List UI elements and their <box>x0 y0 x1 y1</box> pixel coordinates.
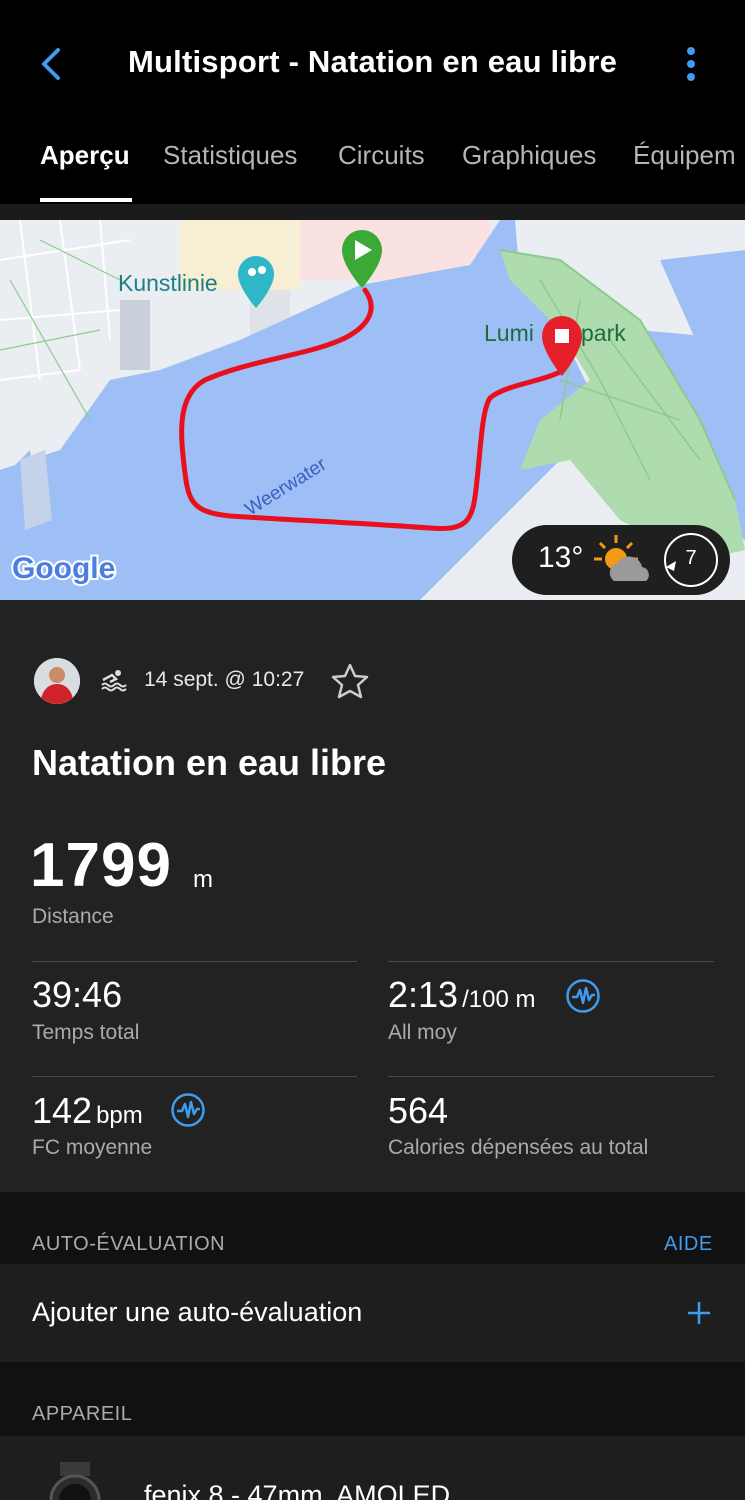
active-tab-indicator <box>40 198 132 202</box>
distance-unit: m <box>193 866 213 893</box>
top-bar: Multisport - Natation en eau libre <box>0 0 745 130</box>
device-row[interactable]: fenix 8 - 47mm, AMOLED <box>0 1436 745 1500</box>
help-link[interactable]: AIDE <box>664 1233 713 1256</box>
device-heading: APPAREIL <box>32 1403 133 1425</box>
kebab-menu-icon[interactable] <box>680 44 702 84</box>
watch-icon <box>49 1462 101 1500</box>
wind-indicator: 7 <box>662 531 720 589</box>
avg-hr-value: 142 bpm <box>32 1090 143 1132</box>
plus-icon[interactable] <box>686 1300 712 1326</box>
avatar[interactable] <box>34 658 80 704</box>
weather-pill: 13° 7 <box>512 525 730 595</box>
add-self-eval-row[interactable]: Ajouter une auto-évaluation <box>0 1264 745 1362</box>
open-water-swim-icon <box>101 670 127 692</box>
page-title: Multisport - Natation en eau libre <box>127 44 618 79</box>
tab-bar: Aperçu Statistiques Circuits Graphiques … <box>0 130 745 204</box>
avg-hr-unit: bpm <box>96 1102 143 1129</box>
firstbeat-analytics-icon[interactable] <box>170 1092 206 1128</box>
avg-pace-label: All moy <box>388 1021 457 1044</box>
divider <box>388 1076 714 1077</box>
divider <box>388 961 714 962</box>
google-attribution: Google <box>12 552 115 585</box>
avg-hr-label: FC moyenne <box>32 1136 153 1159</box>
calories-value: 564 <box>388 1090 449 1131</box>
device-name: fenix 8 - 47mm, AMOLED <box>144 1480 451 1500</box>
avg-pace-unit: /100 m <box>462 986 536 1013</box>
weather-temperature: 13° <box>538 541 584 574</box>
star-icon[interactable] <box>330 662 370 700</box>
calories-label: Calories dépensées au total <box>388 1136 649 1159</box>
activity-date: 14 sept. @ 10:27 <box>144 668 305 691</box>
add-self-eval-label: Ajouter une auto-évaluation <box>32 1297 363 1327</box>
distance-value: 1799 <box>30 831 172 900</box>
divider <box>0 204 745 220</box>
avg-pace-value: 2:13/100 m <box>388 974 535 1016</box>
tab-equipement[interactable]: Équipem <box>633 140 736 171</box>
firstbeat-analytics-icon[interactable] <box>565 978 601 1014</box>
distance-label: Distance <box>32 905 114 928</box>
map-poi-label: Kunstlinie <box>118 270 218 296</box>
tab-apercu[interactable]: Aperçu <box>40 140 130 171</box>
self-eval-heading: AUTO-ÉVALUATION <box>32 1233 226 1255</box>
map-park-label-left: Lumi <box>484 320 534 346</box>
divider <box>32 961 357 962</box>
activity-title[interactable]: Natation en eau libre <box>32 742 386 784</box>
total-time-value: 39:46 <box>32 974 123 1015</box>
avg-pace-number: 2:13 <box>388 974 459 1015</box>
tab-graphiques[interactable]: Graphiques <box>462 140 596 171</box>
avg-hr-number: 142 <box>32 1090 93 1131</box>
total-time-label: Temps total <box>32 1021 140 1044</box>
map-park-label-right: park <box>581 320 626 346</box>
tab-circuits[interactable]: Circuits <box>338 140 425 171</box>
sun-cloud-icon <box>594 535 649 581</box>
tab-statistiques[interactable]: Statistiques <box>163 140 297 171</box>
divider <box>32 1076 357 1077</box>
wind-speed: 7 <box>685 547 697 569</box>
